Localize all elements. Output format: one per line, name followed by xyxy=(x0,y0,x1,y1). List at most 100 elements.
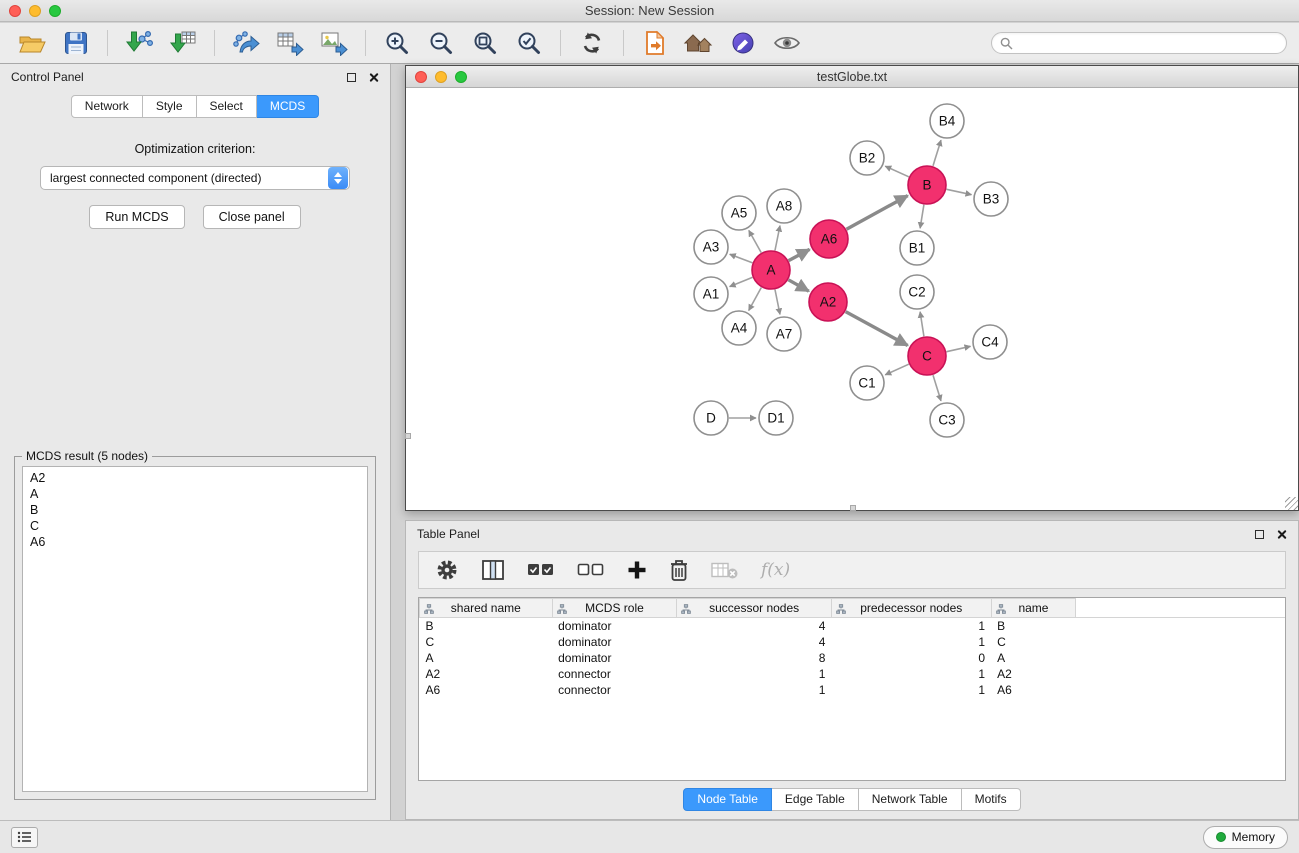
table-cell[interactable]: A xyxy=(991,650,1076,666)
graph-node-A7[interactable]: A7 xyxy=(767,317,801,351)
close-panel-button[interactable]: Close panel xyxy=(203,205,301,229)
graph-edge-C-C1[interactable] xyxy=(885,364,909,375)
window-edge-handle[interactable] xyxy=(850,505,856,511)
function-builder-button[interactable]: f(x) xyxy=(761,560,790,580)
table-cell[interactable]: A6 xyxy=(420,682,553,698)
network-window[interactable]: testGlobe.txt B4B2BB3A5A8A6A3B1AC2A1A2A4… xyxy=(405,65,1299,511)
run-mcds-button[interactable]: Run MCDS xyxy=(89,205,184,229)
graph-edge-C-C4[interactable] xyxy=(947,346,971,351)
export-network-button[interactable] xyxy=(226,26,266,60)
graph-edge-C-C3[interactable] xyxy=(933,375,941,401)
table-cell[interactable]: dominator xyxy=(552,634,677,650)
open-session-button[interactable] xyxy=(12,26,52,60)
window-edge-handle[interactable] xyxy=(405,433,411,439)
node-table-container[interactable]: shared nameMCDS rolesuccessor nodesprede… xyxy=(418,597,1286,781)
graph-node-B3[interactable]: B3 xyxy=(974,182,1008,216)
table-cell[interactable]: dominator xyxy=(552,650,677,666)
table-row[interactable]: A2connector11A2 xyxy=(420,666,1286,682)
graph-edge-A-A2[interactable] xyxy=(788,280,808,291)
control-tab-select[interactable]: Select xyxy=(197,95,257,118)
graph-node-A8[interactable]: A8 xyxy=(767,189,801,223)
import-network-button[interactable] xyxy=(119,26,159,60)
table-settings-button[interactable] xyxy=(435,553,459,587)
table-cell[interactable]: 4 xyxy=(677,634,832,650)
graph-node-C1[interactable]: C1 xyxy=(850,366,884,400)
float-panel-icon[interactable] xyxy=(347,73,356,82)
table-cell[interactable]: 0 xyxy=(831,650,991,666)
memory-button[interactable]: Memory xyxy=(1203,826,1288,849)
network-graph[interactable]: B4B2BB3A5A8A6A3B1AC2A1A2A4A7C4CC1C3DD1 xyxy=(406,89,1298,510)
graph-node-B4[interactable]: B4 xyxy=(930,104,964,138)
graph-edge-A2-C[interactable] xyxy=(846,312,908,346)
table-row[interactable]: Bdominator41B xyxy=(420,618,1286,634)
refresh-layout-button[interactable] xyxy=(572,26,612,60)
column-header-predecessor-nodes[interactable]: predecessor nodes xyxy=(831,599,991,618)
graph-edge-A6-B[interactable] xyxy=(847,196,908,230)
graph-node-B[interactable]: B xyxy=(908,166,946,204)
zoom-window-button[interactable] xyxy=(49,5,61,17)
close-window-button[interactable] xyxy=(9,5,21,17)
export-table-button[interactable] xyxy=(270,26,310,60)
delete-table-button[interactable] xyxy=(711,553,739,587)
minimize-network-button[interactable] xyxy=(435,71,447,83)
table-cell[interactable]: 1 xyxy=(677,666,832,682)
graph-node-A2[interactable]: A2 xyxy=(809,283,847,321)
table-cell[interactable]: C xyxy=(420,634,553,650)
table-cell[interactable]: 1 xyxy=(677,682,832,698)
add-column-button[interactable] xyxy=(627,553,647,587)
table-cell[interactable]: connector xyxy=(552,682,677,698)
welcome-screen-button[interactable] xyxy=(679,26,719,60)
graph-node-A1[interactable]: A1 xyxy=(694,277,728,311)
deselect-all-button[interactable] xyxy=(577,553,605,587)
graph-edge-A-A5[interactable] xyxy=(749,230,761,252)
table-cell[interactable]: B xyxy=(991,618,1076,634)
zoom-selected-button[interactable] xyxy=(509,26,549,60)
float-table-panel-icon[interactable] xyxy=(1255,530,1264,539)
table-row[interactable]: Cdominator41C xyxy=(420,634,1286,650)
graph-node-D[interactable]: D xyxy=(694,401,728,435)
show-columns-button[interactable] xyxy=(481,553,505,587)
search-box[interactable] xyxy=(991,32,1287,54)
graph-edge-B-B3[interactable] xyxy=(947,189,972,194)
mcds-result-item[interactable]: A2 xyxy=(30,470,360,486)
column-header-shared-name[interactable]: shared name xyxy=(420,599,553,618)
close-panel-icon[interactable] xyxy=(368,72,379,83)
graph-node-A[interactable]: A xyxy=(752,251,790,289)
graph-node-B2[interactable]: B2 xyxy=(850,141,884,175)
zoom-network-button[interactable] xyxy=(455,71,467,83)
table-tab-node-table[interactable]: Node Table xyxy=(683,788,772,811)
graph-node-B1[interactable]: B1 xyxy=(900,231,934,265)
graph-node-C2[interactable]: C2 xyxy=(900,275,934,309)
export-image-button[interactable] xyxy=(314,26,354,60)
open-network-file-button[interactable] xyxy=(635,26,675,60)
graph-node-C3[interactable]: C3 xyxy=(930,403,964,437)
table-cell[interactable]: 8 xyxy=(677,650,832,666)
graph-edge-B-B1[interactable] xyxy=(920,205,924,228)
annotation-button[interactable] xyxy=(723,26,763,60)
control-tab-network[interactable]: Network xyxy=(71,95,143,118)
graph-edge-A-A6[interactable] xyxy=(789,249,810,260)
table-cell[interactable]: 1 xyxy=(831,634,991,650)
panel-menu-button[interactable] xyxy=(11,827,38,848)
search-input[interactable] xyxy=(1018,36,1278,50)
zoom-fit-button[interactable] xyxy=(465,26,505,60)
network-window-titlebar[interactable]: testGlobe.txt xyxy=(406,66,1298,88)
graph-node-A4[interactable]: A4 xyxy=(722,311,756,345)
table-row[interactable]: A6connector11A6 xyxy=(420,682,1286,698)
resize-grip-icon[interactable] xyxy=(1285,497,1298,510)
table-tab-network-table[interactable]: Network Table xyxy=(859,788,962,811)
graph-edge-A-A1[interactable] xyxy=(730,277,753,286)
table-tab-edge-table[interactable]: Edge Table xyxy=(772,788,859,811)
table-tab-motifs[interactable]: Motifs xyxy=(962,788,1021,811)
control-tab-mcds[interactable]: MCDS xyxy=(257,95,319,118)
graph-node-A3[interactable]: A3 xyxy=(694,230,728,264)
toggle-visibility-button[interactable] xyxy=(767,26,807,60)
graph-edge-A-A4[interactable] xyxy=(749,288,762,311)
mcds-result-item[interactable]: B xyxy=(30,502,360,518)
table-cell[interactable]: A2 xyxy=(420,666,553,682)
import-table-button[interactable] xyxy=(163,26,203,60)
table-cell[interactable]: A2 xyxy=(991,666,1076,682)
mcds-result-item[interactable]: A xyxy=(30,486,360,502)
zoom-out-button[interactable] xyxy=(421,26,461,60)
graph-edge-C-C2[interactable] xyxy=(920,312,924,336)
